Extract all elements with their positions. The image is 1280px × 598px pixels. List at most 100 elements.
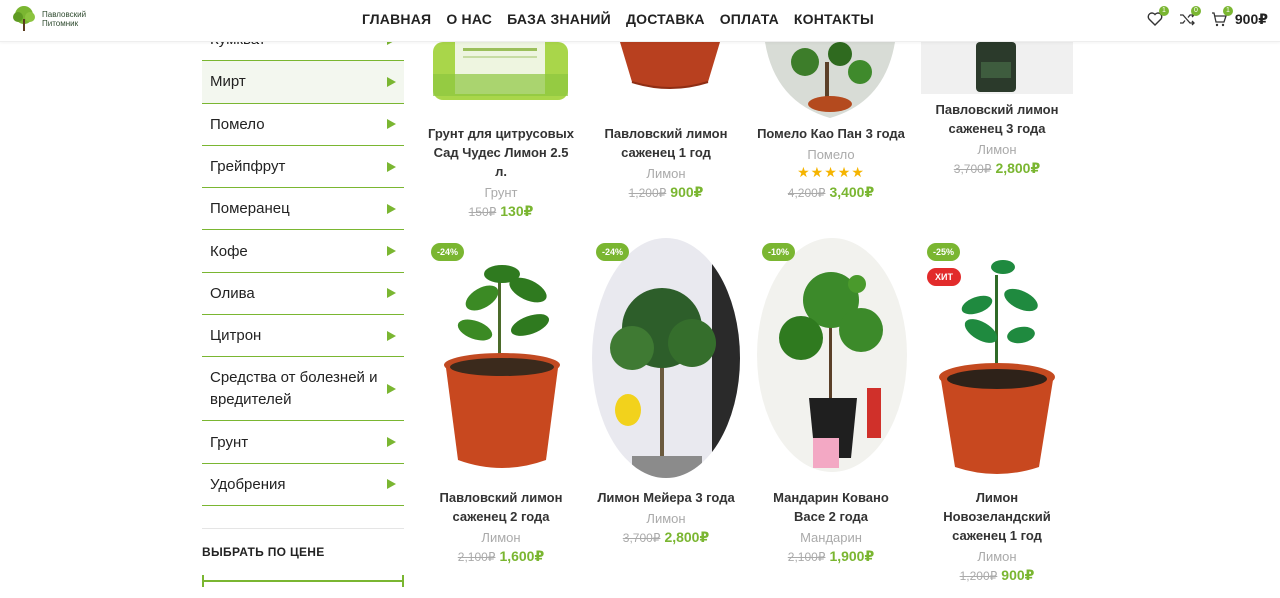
nav-home[interactable]: ГЛАВНАЯ	[362, 11, 431, 27]
product-category[interactable]: Лимон	[922, 549, 1072, 564]
old-price: 2,100₽	[787, 550, 826, 564]
current-price: 1,600₽	[499, 548, 545, 564]
current-price: 2,800₽	[995, 160, 1041, 176]
hit-badge: ХИТ	[927, 268, 961, 286]
product-image[interactable]	[592, 238, 740, 478]
category-item[interactable]: Мирт	[202, 61, 404, 104]
old-price: 1,200₽	[959, 569, 998, 583]
product-name[interactable]: Павловский лимон саженец 1 год	[591, 124, 741, 162]
old-price: 1,200₽	[628, 186, 667, 200]
product-price: 3,700₽ 2,800₽	[591, 529, 741, 546]
old-price: 4,200₽	[787, 186, 826, 200]
category-item[interactable]: Кофе	[202, 230, 404, 273]
product-card[interactable]: Павловский лимон саженец 1 год Лимон 1,2…	[591, 124, 741, 201]
category-label: Средства от болезней и вредителей	[210, 368, 378, 408]
logo-line-2: Питомник	[42, 19, 79, 28]
product-image[interactable]	[430, 240, 575, 480]
product-name[interactable]: Помело Као Пан 3 года	[756, 124, 906, 143]
triangle-right-icon	[387, 383, 396, 394]
product-image[interactable]	[765, 42, 895, 118]
product-price: 3,700₽ 2,800₽	[922, 160, 1072, 177]
nav-delivery[interactable]: ДОСТАВКА	[626, 11, 705, 27]
triangle-right-icon	[387, 76, 396, 87]
category-label: Олива	[210, 284, 255, 302]
product-card[interactable]: Павловский лимон саженец 2 года Лимон 2,…	[426, 488, 576, 565]
cart-total[interactable]: 900₽	[1235, 11, 1268, 28]
product-name[interactable]: Лимон Новозеландский саженец 1 год	[922, 488, 1072, 545]
product-name[interactable]: Грунт для цитрусовых Сад Чудес Лимон 2.5…	[426, 124, 576, 181]
product-card[interactable]: Грунт для цитрусовых Сад Чудес Лимон 2.5…	[426, 124, 576, 220]
product-name[interactable]: Мандарин Ковано Васе 2 года	[756, 488, 906, 526]
category-label: Цитрон	[210, 327, 262, 345]
sale-badge: -24%	[431, 243, 465, 261]
product-name[interactable]: Лимон Мейера 3 года	[591, 488, 741, 507]
sale-badge: -10%	[762, 243, 796, 261]
category-label: Грунт	[210, 433, 249, 451]
product-name[interactable]: Павловский лимон саженец 3 года	[922, 100, 1072, 138]
category-item[interactable]: Помело	[202, 104, 404, 146]
cart-button[interactable]: 1	[1209, 6, 1233, 29]
category-item[interactable]: Грунт	[202, 421, 404, 464]
product-image[interactable]	[921, 42, 1073, 94]
price-slider[interactable]	[202, 575, 404, 587]
category-item[interactable]: Средства от болезней и вредителей	[202, 357, 404, 422]
product-category[interactable]: Лимон	[591, 511, 741, 526]
product-price: 2,100₽ 1,600₽	[426, 548, 576, 565]
old-price: 150₽	[468, 205, 497, 219]
site-header: Павловский Питомник ГЛАВНАЯ О НАС БАЗА З…	[0, 0, 1280, 42]
nav-payment[interactable]: ОПЛАТА	[720, 11, 779, 27]
category-item[interactable]: Померанец	[202, 188, 404, 231]
current-price: 2,800₽	[664, 529, 710, 545]
product-image[interactable]	[433, 42, 568, 104]
slider-handle-max[interactable]	[402, 575, 404, 587]
triangle-right-icon	[387, 437, 396, 448]
product-card[interactable]: Помело Као Пан 3 года Помело ★★★★★ 4,200…	[756, 124, 906, 201]
category-label: Удобрения	[210, 475, 286, 493]
product-category[interactable]: Помело	[756, 147, 906, 162]
product-category[interactable]: Грунт	[426, 185, 576, 200]
category-item[interactable]: Цитрон	[202, 315, 404, 358]
wishlist-button[interactable]: 1	[1145, 6, 1169, 29]
category-item[interactable]: Олива	[202, 273, 404, 316]
divider	[202, 528, 404, 529]
old-price: 2,100₽	[457, 550, 496, 564]
price-filter-title: ВЫБРАТЬ ПО ЦЕНЕ	[202, 545, 325, 559]
triangle-right-icon	[387, 288, 396, 299]
category-label: Мирт	[210, 73, 246, 91]
nav-about[interactable]: О НАС	[446, 11, 492, 27]
triangle-right-icon	[387, 246, 396, 257]
main-nav: ГЛАВНАЯ О НАС БАЗА ЗНАНИЙ ДОСТАВКА ОПЛАТ…	[362, 11, 874, 27]
product-image[interactable]	[620, 42, 720, 92]
product-price: 4,200₽ 3,400₽	[756, 184, 906, 201]
nav-contacts[interactable]: КОНТАКТЫ	[794, 11, 874, 27]
triangle-right-icon	[387, 203, 396, 214]
tree-logo-icon	[13, 6, 35, 31]
product-price: 1,200₽ 900₽	[591, 184, 741, 201]
product-card[interactable]: Лимон Новозеландский саженец 1 год Лимон…	[922, 488, 1072, 584]
product-card[interactable]: Лимон Мейера 3 года Лимон 3,700₽ 2,800₽	[591, 488, 741, 546]
product-category[interactable]: Лимон	[426, 530, 576, 545]
compare-button[interactable]: 0	[1177, 6, 1201, 29]
nav-knowledge-base[interactable]: БАЗА ЗНАНИЙ	[507, 11, 611, 27]
product-category[interactable]: Мандарин	[756, 530, 906, 545]
category-sidebar: Кумкват Мирт Помело Грейпфрут Померанец …	[202, 19, 404, 506]
product-price: 2,100₽ 1,900₽	[756, 548, 906, 565]
product-category[interactable]: Лимон	[591, 166, 741, 181]
product-card[interactable]: Мандарин Ковано Васе 2 года Мандарин 2,1…	[756, 488, 906, 565]
category-item[interactable]: Грейпфрут	[202, 146, 404, 189]
triangle-right-icon	[387, 479, 396, 490]
wishlist-count: 1	[1158, 6, 1169, 16]
slider-handle-min[interactable]	[202, 575, 204, 587]
old-price: 3,700₽	[953, 162, 992, 176]
cart-count: 1	[1222, 6, 1233, 16]
logo[interactable]: Павловский Питомник	[10, 5, 86, 33]
product-category[interactable]: Лимон	[922, 142, 1072, 157]
product-card[interactable]: Павловский лимон саженец 3 года Лимон 3,…	[922, 100, 1072, 177]
category-label: Помело	[210, 115, 265, 133]
category-label: Померанец	[210, 200, 290, 218]
rating-stars: ★★★★★	[797, 164, 865, 180]
product-name[interactable]: Павловский лимон саженец 2 года	[426, 488, 576, 526]
product-image[interactable]	[757, 238, 907, 472]
product-price: 150₽ 130₽	[426, 203, 576, 220]
category-item[interactable]: Удобрения	[202, 464, 404, 506]
